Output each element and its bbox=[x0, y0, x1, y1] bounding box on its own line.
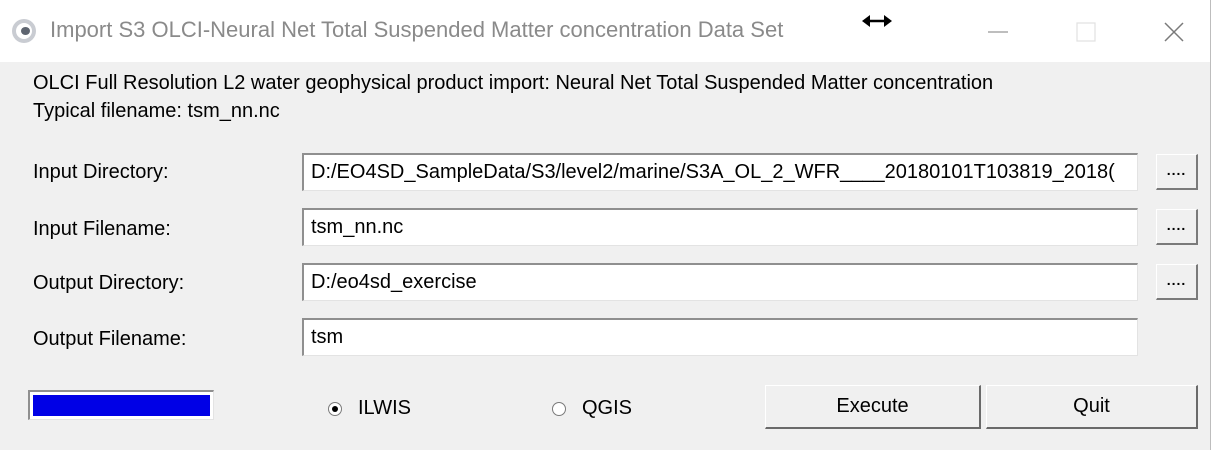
product-description: OLCI Full Resolution L2 water geophysica… bbox=[33, 72, 994, 94]
minimize-button[interactable] bbox=[968, 0, 1028, 62]
close-icon bbox=[1164, 22, 1184, 42]
radio-ilwis-label: ILWIS bbox=[358, 397, 411, 419]
input-directory-field[interactable]: D:/EO4SD_SampleData/S3/level2/marine/S3A… bbox=[302, 153, 1138, 191]
title-bar[interactable]: Import S3 OLCI-Neural Net Total Suspende… bbox=[0, 0, 1210, 62]
minimize-icon bbox=[988, 31, 1008, 33]
import-dialog-window: Import S3 OLCI-Neural Net Total Suspende… bbox=[0, 0, 1211, 450]
radio-button-icon[interactable] bbox=[552, 402, 566, 416]
maximize-button[interactable] bbox=[1056, 0, 1116, 62]
close-button[interactable] bbox=[1144, 0, 1204, 62]
output-directory-browse-button[interactable]: .... bbox=[1156, 264, 1198, 300]
progress-bar bbox=[28, 390, 214, 420]
input-directory-label: Input Directory: bbox=[33, 161, 169, 183]
output-directory-label: Output Directory: bbox=[33, 272, 185, 294]
input-filename-browse-button[interactable]: .... bbox=[1156, 209, 1198, 245]
output-filename-label: Output Filename: bbox=[33, 328, 187, 350]
output-filename-field[interactable]: tsm bbox=[302, 318, 1138, 356]
output-directory-field[interactable]: D:/eo4sd_exercise bbox=[302, 263, 1138, 301]
page: Import S3 OLCI-Neural Net Total Suspende… bbox=[0, 0, 1216, 450]
radio-qgis-label: QGIS bbox=[582, 397, 633, 419]
window-title: Import S3 OLCI-Neural Net Total Suspende… bbox=[50, 17, 784, 42]
quit-button[interactable]: Quit bbox=[986, 385, 1198, 429]
typical-filename-text: Typical filename: tsm_nn.nc bbox=[33, 100, 280, 122]
resize-cursor-icon bbox=[862, 15, 892, 27]
input-directory-browse-button[interactable]: .... bbox=[1156, 154, 1198, 190]
maximize-icon bbox=[1076, 22, 1096, 42]
radio-button-icon[interactable] bbox=[328, 402, 342, 416]
progress-bar-fill bbox=[33, 395, 210, 416]
input-filename-label: Input Filename: bbox=[33, 218, 171, 240]
input-filename-field[interactable]: tsm_nn.nc bbox=[302, 208, 1138, 246]
app-logo-icon bbox=[12, 19, 36, 43]
execute-button[interactable]: Execute bbox=[765, 385, 981, 429]
